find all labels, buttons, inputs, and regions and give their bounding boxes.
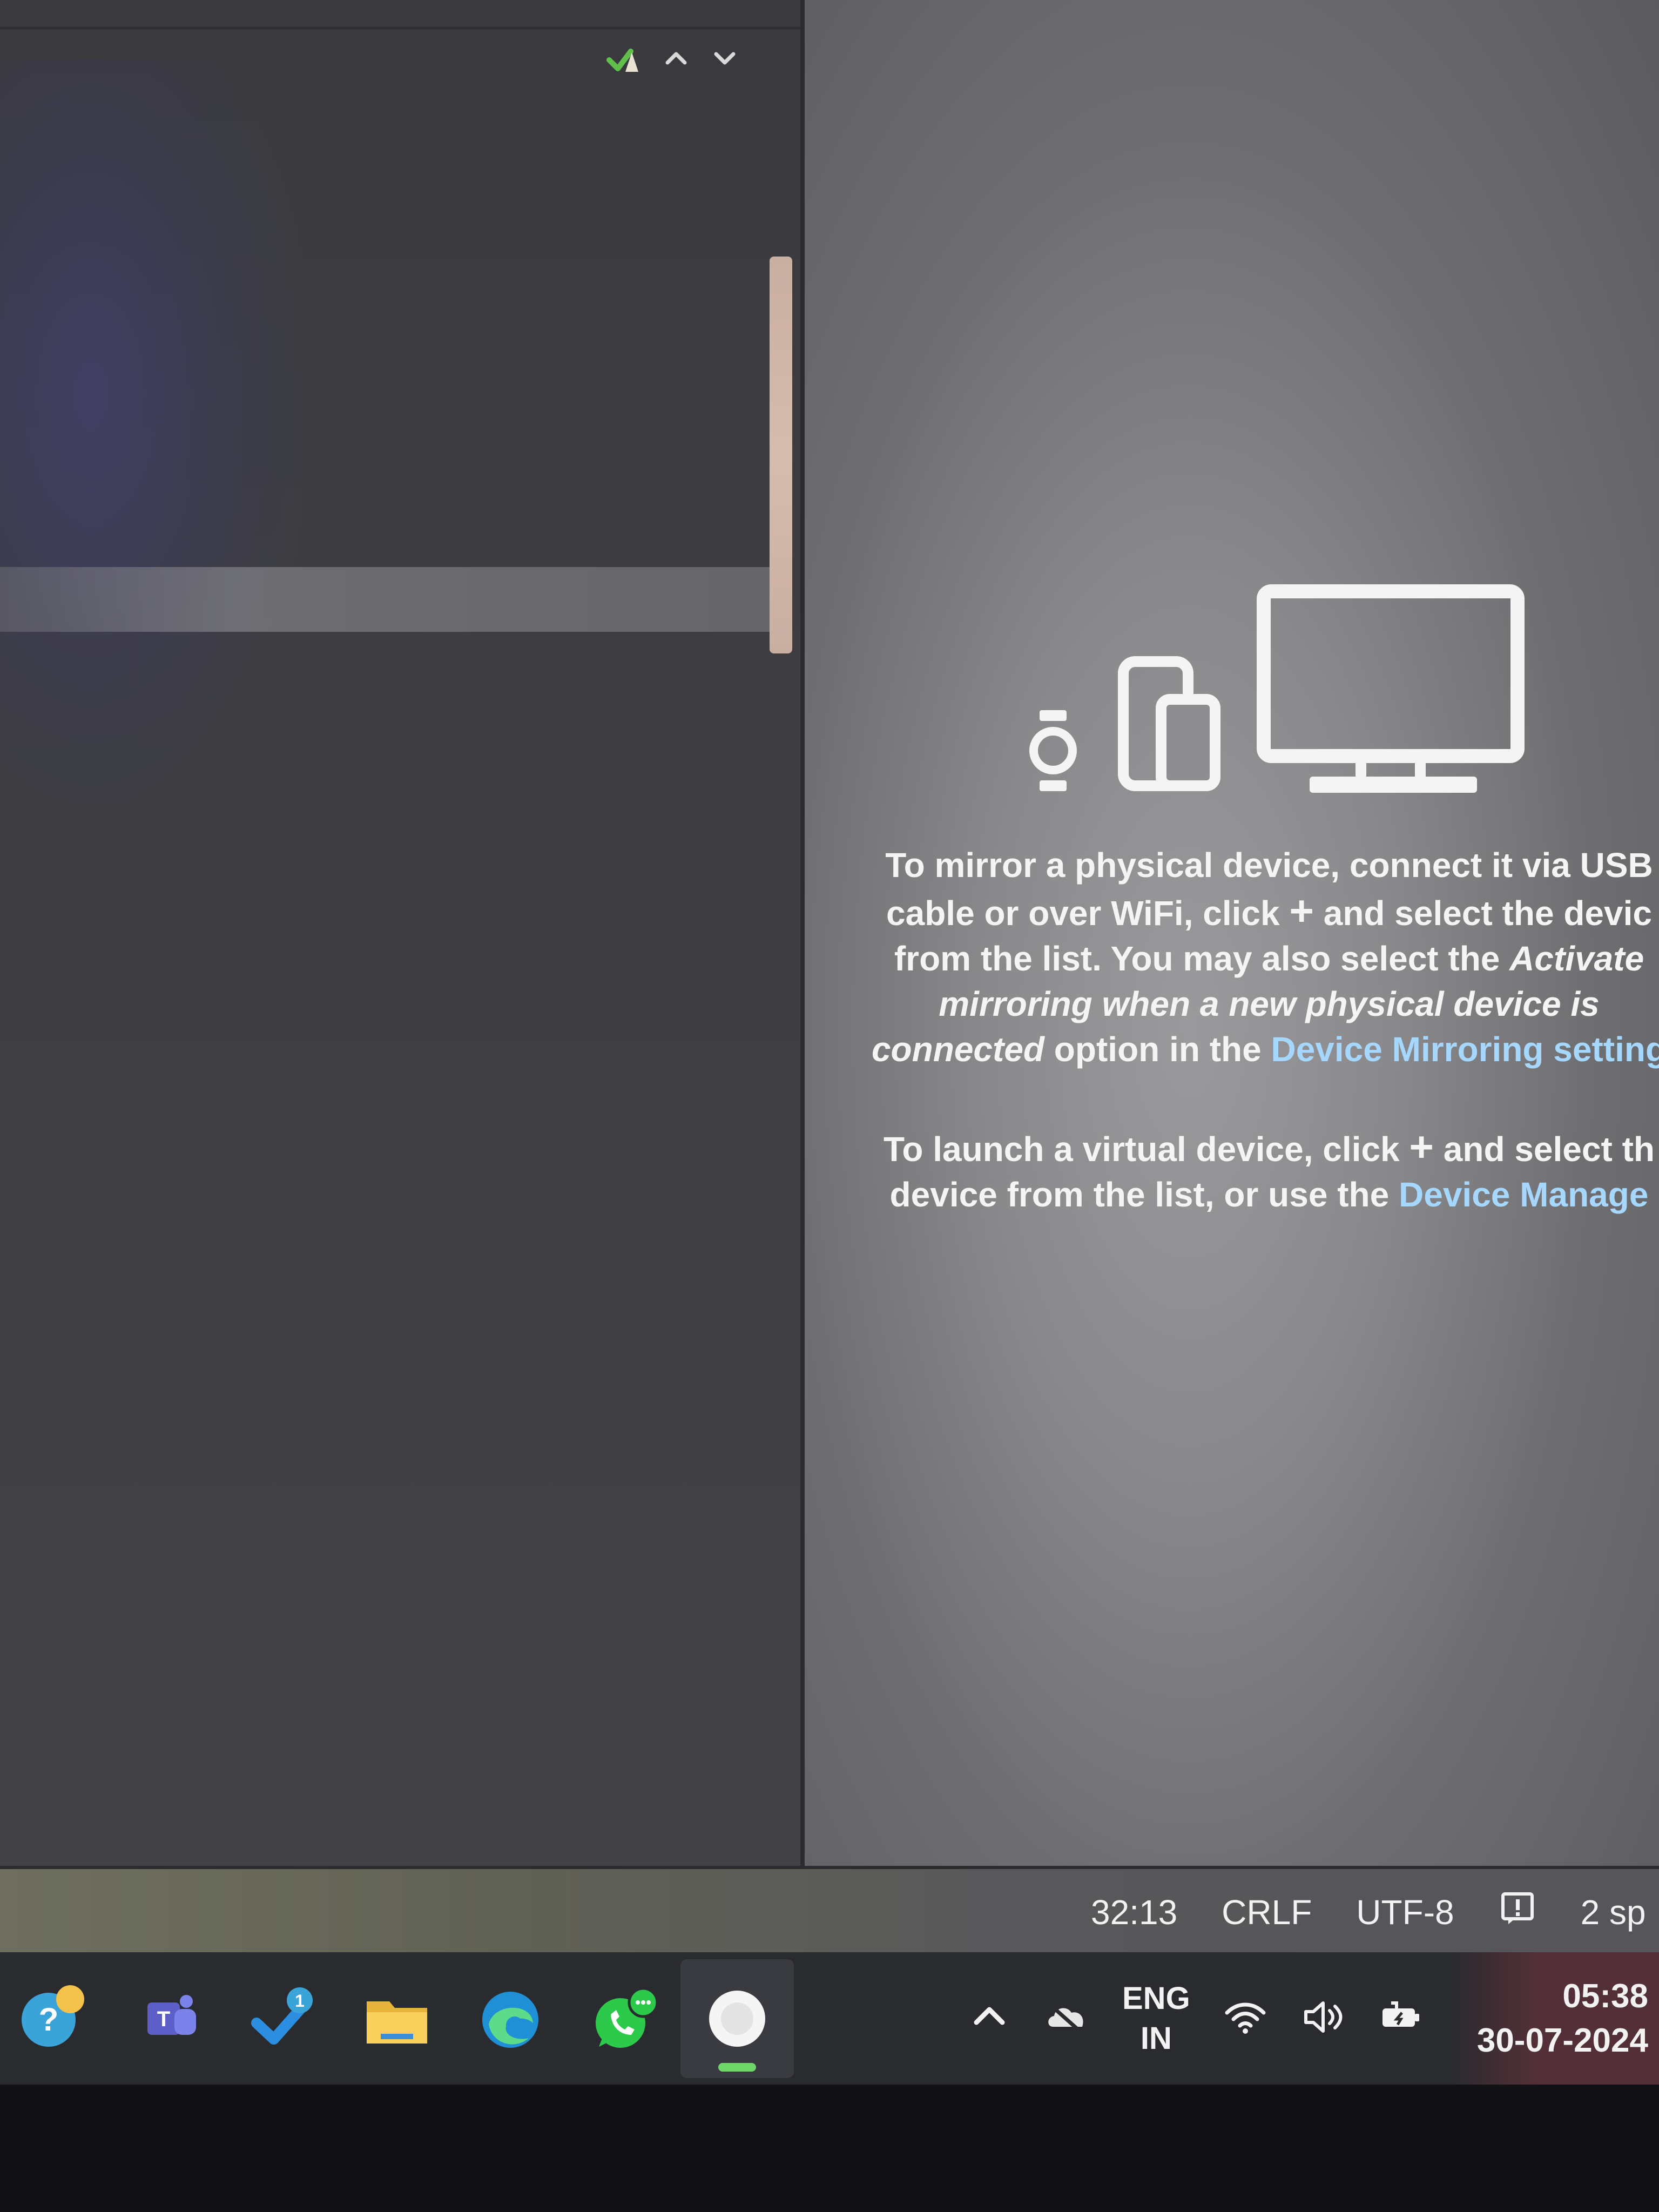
clock-date: 30-07-2024 [1476, 2021, 1648, 2059]
mirror-text-2b: and select the devic [1313, 894, 1652, 933]
mirror-text-5b: option in the [1044, 1030, 1271, 1069]
mirror-line-4: mirroring when a new physical device is [848, 981, 1659, 1027]
virtual-line-2: device from the list, or use the Device … [848, 1172, 1659, 1217]
current-line-highlight [0, 567, 772, 632]
virtual-text-1a: To launch a virtual device, click [884, 1130, 1410, 1169]
active-app[interactable] [680, 1959, 794, 2078]
line-separator[interactable]: CRLF [1222, 1892, 1312, 1932]
inspection-alert-icon[interactable] [1499, 1890, 1536, 1936]
monitor-bezel [0, 2085, 1659, 2212]
wifi-icon[interactable] [1223, 1994, 1268, 2042]
indent-setting[interactable]: 2 sp [1581, 1892, 1646, 1932]
onedrive-cloud-icon[interactable] [1044, 1994, 1090, 2042]
connected-option-text: connected [871, 1030, 1044, 1069]
mirror-line-5: connected option in the Device Mirroring… [848, 1027, 1659, 1072]
mirror-line-3: from the list. You may also select the A… [848, 936, 1659, 981]
chevron-up-icon[interactable] [661, 43, 691, 76]
app-icon [709, 1990, 765, 2047]
file-explorer-app[interactable] [340, 1959, 454, 2078]
windows-taskbar: ? T 1 ENG IN 05:38 30-07-2024 [0, 1952, 1659, 2085]
help-icon: ? [22, 1985, 84, 2047]
watch-icon [1029, 710, 1077, 791]
panel-splitter[interactable] [800, 0, 805, 1866]
virtual-line-1: To launch a virtual device, click + and … [848, 1124, 1659, 1172]
todo-badge: 1 [295, 1991, 305, 2011]
edge-app[interactable] [454, 1959, 567, 2078]
folder-icon [367, 2001, 427, 2044]
region-code: IN [1140, 2020, 1172, 2056]
show-hidden-icons-chevron-icon[interactable] [967, 1994, 1012, 2042]
whatsapp-app[interactable] [567, 1959, 680, 2078]
chevron-down-icon[interactable] [710, 43, 740, 76]
file-encoding[interactable]: UTF-8 [1356, 1892, 1454, 1932]
whatsapp-icon [596, 1987, 659, 2048]
language-code: ENG [1122, 1980, 1190, 2016]
editor-selection-tint [0, 59, 302, 805]
status-items: 32:13 CRLF UTF-8 2 sp [1091, 1869, 1646, 1955]
svg-text:T: T [157, 2007, 170, 2031]
monitor-icon [1257, 584, 1525, 793]
ide-status-bar: 32:13 CRLF UTF-8 2 sp [0, 1866, 1659, 1955]
code-editor[interactable] [0, 0, 800, 1866]
virtual-text-1b: and select th [1433, 1130, 1655, 1169]
taskbar-clock[interactable]: 05:38 30-07-2024 [1453, 1952, 1659, 2085]
svg-text:?: ? [39, 2001, 59, 2038]
teams-icon: T [147, 1994, 196, 2035]
activate-option-text: Activate [1509, 939, 1644, 978]
screen: To mirror a physical device, connect it … [0, 0, 1659, 2085]
todo-check-icon: 1 [251, 1987, 313, 2045]
device-illustration [1026, 578, 1534, 794]
volume-icon[interactable] [1300, 1994, 1346, 2042]
empty-state-instructions: To mirror a physical device, connect it … [848, 842, 1659, 1217]
taskbar-apps: ? T 1 [0, 1952, 794, 2085]
teams-app[interactable]: T [113, 1959, 227, 2078]
inspection-widget[interactable] [605, 38, 740, 81]
clock-time: 05:38 [1562, 1977, 1648, 2015]
add-device-plus-icon: + [1289, 887, 1314, 934]
check-warning-icon[interactable] [605, 41, 643, 78]
caret-position[interactable]: 32:13 [1091, 1892, 1177, 1932]
mirror-line-2: cable or over WiFi, click + and select t… [848, 888, 1659, 936]
phone-tablet-icon [1118, 656, 1220, 791]
get-help-app[interactable]: ? [0, 1959, 113, 2078]
mirror-text-2a: cable or over WiFi, click [886, 894, 1290, 933]
virtual-text-2a: device from the list, or use the [889, 1175, 1399, 1214]
edge-icon [482, 1991, 538, 2048]
mirror-text-3a: from the list. You may also select the [894, 939, 1510, 978]
mirroring-option-text: mirroring when a new physical device is [939, 984, 1600, 1023]
device-manager-link[interactable]: Device Manage [1399, 1175, 1648, 1214]
add-virtual-plus-icon: + [1409, 1123, 1434, 1170]
system-tray: ENG IN [967, 1952, 1424, 2085]
battery-charging-icon[interactable] [1378, 1994, 1424, 2042]
editor-divider [0, 27, 800, 29]
todo-app[interactable]: 1 [227, 1959, 340, 2078]
active-app-indicator [718, 2062, 756, 2072]
mirror-line-1: To mirror a physical device, connect it … [848, 842, 1659, 888]
editor-scrollbar-thumb[interactable] [770, 257, 792, 653]
device-mirroring-settings-link[interactable]: Device Mirroring setting [1271, 1030, 1659, 1069]
language-indicator[interactable]: ENG IN [1122, 1979, 1190, 2059]
mirror-text-1: To mirror a physical device, connect it … [885, 846, 1653, 885]
